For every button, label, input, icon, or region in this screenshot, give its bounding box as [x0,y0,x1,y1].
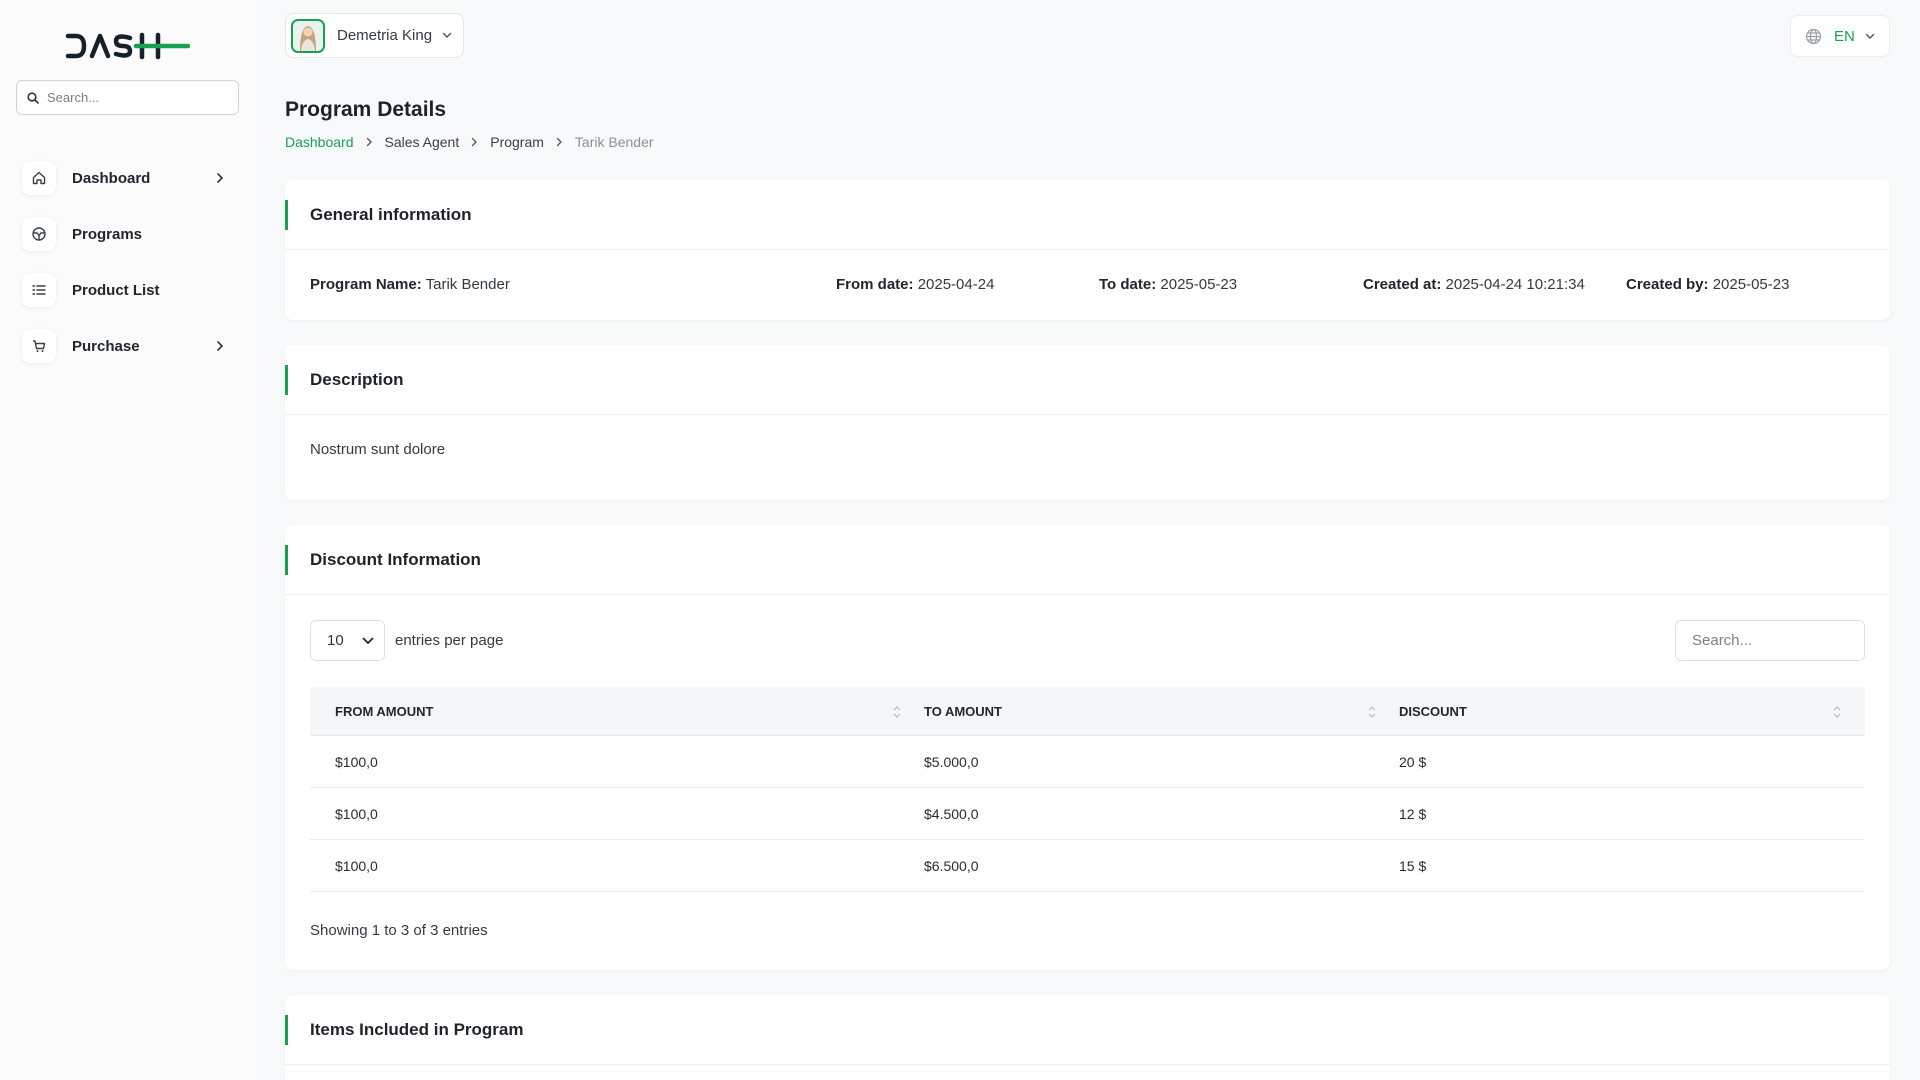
card-title: Discount Information [310,549,481,569]
table-row: $100,0 $5.000,0 20 $ [310,736,1865,788]
field-label: Program Name: [310,276,422,293]
chevron-right-icon [217,173,224,183]
sidebar-search-input[interactable] [47,90,227,105]
description-card: Description Nostrum sunt dolore [285,345,1890,500]
card-header: Items Included in Program [285,995,1890,1065]
cell-discount: 12 $ [1399,806,1427,822]
breadcrumb: Dashboard Sales Agent Program Tarik Bend… [285,134,654,150]
chevron-down-icon [1865,33,1875,39]
logo-icon [65,32,190,60]
discount-information-card: Discount Information 10 entries per page… [285,525,1890,970]
entries-per-page-select[interactable]: 10 [310,620,385,661]
field-value: 2025-04-24 [917,276,995,293]
table-info: Showing 1 to 3 of 3 entries [310,922,488,939]
page-title: Program Details [285,98,447,121]
program-icon [22,217,56,251]
dash-logo[interactable] [64,30,190,62]
sidebar-item-label: Dashboard [72,169,151,187]
card-header: Description [285,345,1890,415]
chevron-right-icon [217,341,224,351]
field-label: From date: [836,276,914,293]
field-value: Tarik Bender [425,276,510,293]
globe-icon [1805,28,1822,44]
field-label: Created at: [1363,276,1442,293]
created-by-field: Created by: 2025-05-23 [1626,276,1789,293]
table-search-input[interactable] [1675,620,1865,661]
sort-icon[interactable] [893,705,901,719]
entries-per-page-label: entries per page [395,632,504,649]
cart-icon [22,329,56,363]
table-row: $100,0 $4.500,0 12 $ [310,788,1865,840]
cell-discount: 20 $ [1399,754,1427,770]
sidebar: Dashboard Programs Product List Purchase [0,0,256,1080]
field-value: 2025-04-24 10:21:34 [1445,276,1585,293]
breadcrumb-dashboard[interactable]: Dashboard [285,134,354,150]
created-at-field: Created at: 2025-04-24 10:21:34 [1363,276,1585,293]
column-header-from-amount[interactable]: FROM AMOUNT [335,704,433,719]
sidebar-nav: Dashboard Programs Product List Purchase [0,150,256,374]
field-value: 2025-05-23 [1712,276,1790,293]
card-title: Items Included in Program [310,1019,524,1039]
breadcrumb-program[interactable]: Program [490,134,544,150]
general-information-card: General information Program Name: Tarik … [285,180,1890,320]
card-header: General information [285,180,1890,250]
cell-to-amount: $4.500,0 [924,806,979,822]
table-row: $100,0 $6.500,0 15 $ [310,840,1865,892]
from-date-field: From date: 2025-04-24 [836,276,994,293]
chevron-right-icon [556,137,563,147]
table-controls: 10 entries per page [285,595,1890,687]
language-selector[interactable]: EN [1790,15,1890,57]
cell-from-amount: $100,0 [335,754,378,770]
user-menu[interactable]: Demetria King [285,13,464,58]
sidebar-item-programs[interactable]: Programs [0,206,256,262]
sidebar-item-label: Programs [72,225,143,243]
field-label: Created by: [1626,276,1709,293]
list-icon [22,273,56,307]
cell-discount: 15 $ [1399,858,1427,874]
search-icon [27,91,39,104]
sidebar-item-label: Product List [72,281,160,299]
cell-to-amount: $5.000,0 [924,754,979,770]
user-name: Demetria King [337,27,433,44]
field-label: To date: [1099,276,1157,293]
sort-icon[interactable] [1833,705,1841,719]
table-header: FROM AMOUNT TO AMOUNT DISCOUNT [310,687,1865,736]
chevron-down-icon [362,637,374,644]
page-size-value: 10 [327,632,344,649]
discount-table: FROM AMOUNT TO AMOUNT DISCOUNT $100,0 $5… [310,687,1865,892]
sidebar-item-purchase[interactable]: Purchase [0,318,256,374]
language-code: EN [1834,27,1855,45]
sort-icon[interactable] [1368,705,1376,719]
items-included-card: Items Included in Program [285,995,1890,1080]
chevron-right-icon [366,137,373,147]
sidebar-search[interactable] [16,80,239,115]
column-header-discount[interactable]: DISCOUNT [1399,704,1467,719]
chevron-down-icon [442,32,452,38]
general-fields: Program Name: Tarik Bender From date: 20… [285,250,1890,320]
sidebar-item-dashboard[interactable]: Dashboard [0,150,256,206]
sidebar-item-product-list[interactable]: Product List [0,262,256,318]
cell-to-amount: $6.500,0 [924,858,979,874]
cell-from-amount: $100,0 [335,806,378,822]
program-name-field: Program Name: Tarik Bender [310,276,510,293]
field-value: 2025-05-23 [1160,276,1238,293]
avatar [291,18,325,53]
description-text: Nostrum sunt dolore [310,441,446,458]
breadcrumb-sales-agent[interactable]: Sales Agent [385,134,460,150]
card-title: General information [310,204,472,224]
card-header: Discount Information [285,525,1890,595]
sidebar-item-label: Purchase [72,337,140,355]
cell-from-amount: $100,0 [335,858,378,874]
home-icon [22,161,56,195]
chevron-right-icon [471,137,478,147]
breadcrumb-current: Tarik Bender [574,134,654,150]
column-header-to-amount[interactable]: TO AMOUNT [924,704,1002,719]
card-title: Description [310,369,404,389]
to-date-field: To date: 2025-05-23 [1099,276,1237,293]
